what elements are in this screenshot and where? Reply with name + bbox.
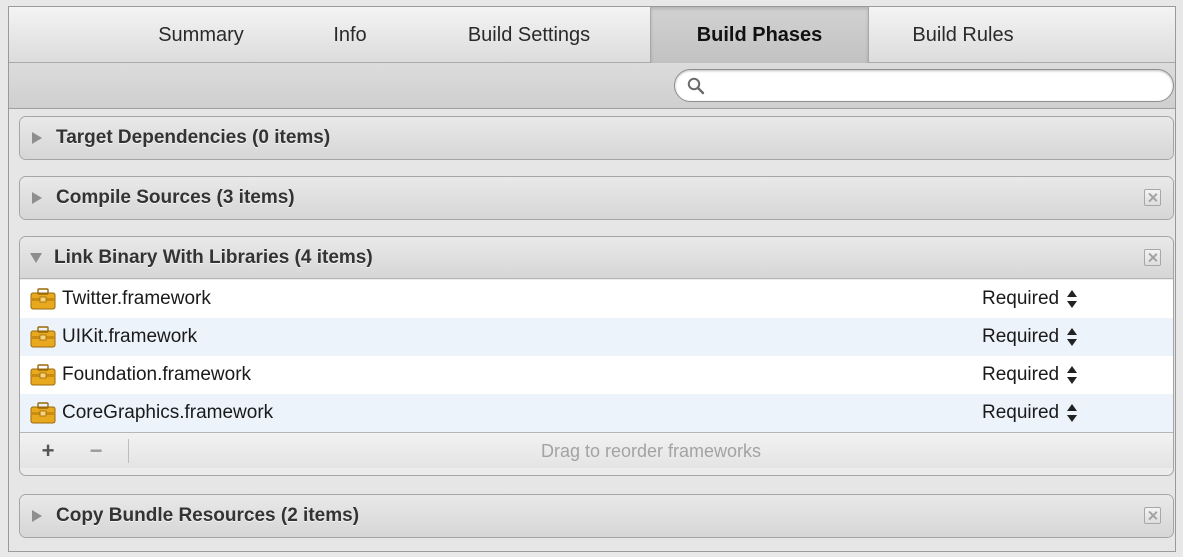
library-name: CoreGraphics.framework (62, 402, 274, 423)
library-name: UIKit.framework (62, 326, 198, 347)
phase-header-copy-bundle-resources[interactable]: Copy Bundle Resources (2 items) (20, 495, 1173, 537)
stepper-arrows-icon[interactable] (1067, 365, 1078, 385)
library-name: Twitter.framework (62, 288, 211, 309)
status-popup[interactable]: Required (982, 356, 1078, 394)
remove-library-button[interactable]: − (82, 437, 110, 465)
status-popup[interactable]: Required (982, 394, 1078, 432)
stepper-arrows-icon[interactable] (1067, 403, 1078, 423)
filter-bar (9, 63, 1175, 109)
framework-icon (30, 364, 56, 386)
tab-build-settings[interactable]: Build Settings (429, 7, 629, 63)
close-icon[interactable] (1144, 507, 1161, 524)
library-row[interactable]: Twitter.framework Required (20, 280, 1173, 318)
build-phases-window: Summary Info Build Settings Build Phases… (8, 6, 1176, 552)
library-row[interactable]: CoreGraphics.framework Required (20, 394, 1173, 432)
phase-title: Link Binary With Libraries (4 items) (54, 246, 373, 268)
search-icon (687, 77, 705, 95)
phase-title: Target Dependencies (0 items) (56, 127, 331, 148)
phase-title: Compile Sources (3 items) (56, 187, 295, 208)
framework-icon (30, 402, 56, 424)
search-input[interactable] (715, 74, 1155, 98)
close-icon[interactable] (1144, 249, 1161, 266)
disclosure-triangle-icon[interactable] (32, 510, 42, 522)
library-footer: + − Drag to reorder frameworks (20, 432, 1173, 468)
library-row[interactable]: UIKit.framework Required (20, 318, 1173, 356)
phase-title: Copy Bundle Resources (2 items) (56, 505, 360, 526)
tab-build-phases[interactable]: Build Phases (650, 7, 869, 63)
status-popup[interactable]: Required (982, 318, 1078, 356)
drag-hint: Drag to reorder frameworks (540, 440, 762, 461)
stepper-arrows-icon[interactable] (1067, 327, 1078, 347)
phase-compile-sources: Compile Sources (3 items) (19, 176, 1174, 220)
library-name: Foundation.framework (62, 364, 252, 385)
status-value: Required (982, 402, 1060, 423)
phase-target-dependencies: Target Dependencies (0 items) (19, 116, 1174, 160)
search-field[interactable] (674, 69, 1174, 102)
library-row[interactable]: Foundation.framework Required (20, 356, 1173, 394)
tab-summary[interactable]: Summary (117, 7, 285, 63)
status-value: Required (982, 364, 1060, 385)
framework-icon (30, 326, 56, 348)
stepper-arrows-icon[interactable] (1067, 289, 1078, 309)
disclosure-triangle-open-icon[interactable] (30, 252, 42, 263)
disclosure-triangle-icon[interactable] (32, 132, 42, 144)
tab-info[interactable]: Info (305, 7, 395, 63)
add-library-button[interactable]: + (34, 437, 62, 465)
phase-link-binary: Link Binary With Libraries (4 items) Twi… (19, 236, 1174, 476)
tab-build-rules[interactable]: Build Rules (879, 7, 1047, 63)
disclosure-triangle-icon[interactable] (32, 192, 42, 204)
framework-icon (30, 288, 56, 310)
phase-header-link-binary[interactable]: Link Binary With Libraries (4 items) (20, 237, 1173, 279)
editor-tab-bar: Summary Info Build Settings Build Phases… (9, 7, 1175, 63)
library-list: Twitter.framework Required UIKit.framewo… (20, 280, 1173, 432)
phase-copy-bundle-resources: Copy Bundle Resources (2 items) (19, 494, 1174, 538)
status-popup[interactable]: Required (982, 280, 1078, 318)
status-value: Required (982, 326, 1060, 347)
status-value: Required (982, 288, 1060, 309)
close-icon[interactable] (1144, 189, 1161, 206)
phase-header-target-dependencies[interactable]: Target Dependencies (0 items) (20, 117, 1173, 159)
phase-header-compile-sources[interactable]: Compile Sources (3 items) (20, 177, 1173, 219)
